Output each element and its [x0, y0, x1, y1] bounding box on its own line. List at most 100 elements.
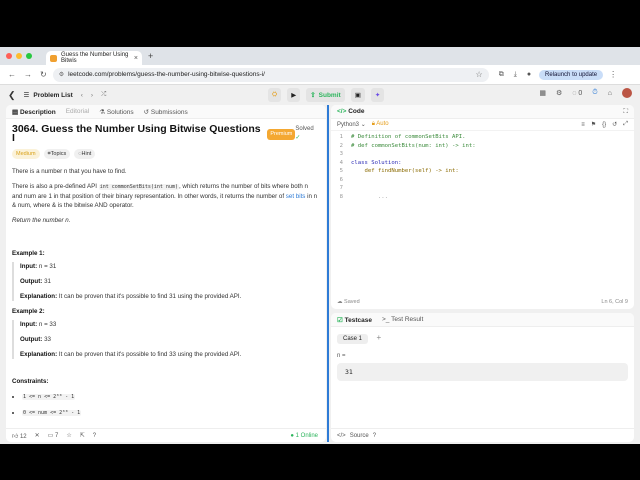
list-item: 0 <= num <= 2³⁰ - 1 — [22, 408, 320, 418]
example-2-explanation: It can be proven that it's possible to f… — [58, 351, 242, 358]
bookmark-icon[interactable]: ⚑ — [591, 121, 596, 128]
check-circle-icon: ✓ — [295, 135, 301, 141]
browser-tab[interactable]: Guess the Number Using Bitwis × — [46, 51, 142, 65]
code-editor[interactable]: 12345678 # Definition of commonSetBits A… — [331, 131, 634, 271]
layout-icon[interactable]: ▦ — [539, 89, 546, 97]
tab-bar: Guess the Number Using Bitwis × + — [0, 47, 640, 65]
tab-description-label: Description — [19, 108, 56, 116]
auto-label: Auto — [376, 121, 389, 127]
pane-resizer[interactable] — [327, 105, 329, 442]
site-info-icon[interactable]: ⚙ — [59, 71, 64, 78]
next-problem-icon[interactable]: › — [91, 92, 93, 99]
maximize-window-icon[interactable] — [26, 53, 32, 59]
format-icon[interactable]: ≡ — [581, 122, 585, 128]
browser-menu-icon[interactable]: ⋮ — [609, 70, 617, 79]
url-field[interactable]: ⚙ leetcode.com/problems/guess-the-number… — [52, 67, 489, 82]
streak-count: 0 — [578, 89, 583, 97]
language-select[interactable]: Python3 ⌄ — [337, 121, 366, 128]
case-tabs: Case 1 + — [331, 327, 634, 345]
submit-button[interactable]: ⇪ Submit — [306, 88, 345, 102]
tab-test-result-label: Test Result — [391, 316, 424, 323]
source-link[interactable]: Source — [350, 433, 369, 439]
settings-icon[interactable]: ⚙ — [556, 89, 562, 97]
like-button[interactable]: 👍︎ 12 — [12, 432, 27, 440]
fullscreen-icon[interactable]: ⤢ — [623, 121, 628, 128]
prev-problem-icon[interactable]: ‹ — [81, 92, 83, 99]
leetcode-logo-icon[interactable]: ❮ — [8, 90, 16, 101]
reload-icon[interactable]: ↻ — [40, 70, 47, 79]
dislike-icon[interactable]: ✕ — [35, 432, 40, 439]
problem-list-icon[interactable]: ☰ — [24, 91, 30, 99]
new-tab-button[interactable]: + — [148, 51, 153, 61]
solved-status: Solved ✓ — [295, 125, 320, 143]
code-line-8: ... — [351, 193, 389, 200]
debug-icon[interactable]: ⛭ — [268, 88, 282, 102]
input-label: Input: — [20, 263, 38, 270]
code-source[interactable]: # Definition of commonSetBits API. # def… — [351, 133, 476, 201]
avatar[interactable] — [622, 88, 632, 98]
notifications-icon[interactable]: ⌂ — [608, 90, 612, 97]
tab-solutions[interactable]: ⚗ Solutions — [99, 108, 133, 116]
source-help-icon[interactable]: ? — [373, 433, 376, 439]
tab-solutions-label: Solutions — [106, 108, 134, 116]
example-2-title: Example 2: — [12, 308, 45, 315]
downloads-icon[interactable]: ⤓ — [514, 71, 517, 79]
auto-toggle[interactable]: 🔒︎ Auto — [372, 121, 389, 128]
line-numbers: 12345678 — [339, 134, 343, 200]
help-icon[interactable]: ? — [93, 433, 96, 439]
problem-paragraph-3: Return the number n. — [12, 217, 71, 224]
hint-button[interactable]: ◌ Hint — [74, 149, 96, 159]
code-header-label: Code — [348, 108, 365, 115]
profile-icon[interactable]: ● — [527, 71, 531, 78]
code-line-5: def findNumber(self) -> int: — [351, 168, 459, 174]
tab-testcase[interactable]: ☑ Testcase — [337, 316, 372, 324]
tab-submissions[interactable]: ↺ Submissions — [144, 108, 188, 116]
relaunch-button[interactable]: Relaunch to update — [539, 69, 604, 80]
tab-editorial[interactable]: Editorial — [66, 108, 89, 115]
run-button[interactable]: ▶ — [287, 88, 301, 102]
saved-status: ☁ Saved — [337, 299, 360, 305]
topics-button[interactable]: ⌗ Topics — [43, 149, 71, 159]
problem-list-link[interactable]: Problem List — [33, 92, 72, 99]
testcase-input[interactable]: 31 — [337, 363, 628, 381]
shuffle-icon[interactable]: ⤮ — [101, 91, 106, 99]
saved-label: Saved — [344, 299, 360, 305]
example-1: Input: n = 31 Output: 31 Explanation: It… — [12, 262, 320, 301]
constraints-title: Constraints: — [12, 378, 49, 385]
minimize-window-icon[interactable] — [16, 53, 22, 59]
add-case-icon[interactable]: + — [376, 333, 381, 342]
problem-chips: Medium ⌗ Topics ◌ Hint — [12, 149, 320, 159]
api-signature: int commonSetBits(int num) — [98, 184, 179, 190]
timer-icon[interactable]: ⏱ — [592, 89, 597, 97]
set-bits-link[interactable]: set bits — [286, 193, 306, 200]
close-window-icon[interactable] — [6, 53, 12, 59]
braces-icon[interactable]: {} — [602, 122, 606, 128]
close-tab-icon[interactable]: × — [134, 55, 138, 62]
share-icon[interactable]: ⇱ — [80, 432, 85, 439]
code-tab[interactable]: </> Code — [337, 108, 364, 115]
notes-icon[interactable]: ▣ — [350, 88, 365, 102]
tab-test-result[interactable]: >_ Test Result — [382, 316, 423, 323]
example-2-input: n = 33 — [38, 321, 57, 328]
comments-button[interactable]: ▭ 7 — [48, 432, 59, 439]
hint-label: Hint — [81, 150, 92, 157]
problem-paragraph-2: There is also a pre-defined API int comm… — [12, 182, 320, 210]
reset-icon[interactable]: ↺ — [612, 121, 617, 128]
back-icon[interactable]: ← — [8, 70, 16, 79]
leetcode-topbar: ❮ ☰ Problem List ‹ › ⤮ ⛭ ▶ ⇪ Submit ▣ ✦ … — [0, 85, 640, 105]
p2-part-b: , which returns the number of bits where… — [178, 183, 303, 190]
case-1-tab[interactable]: Case 1 — [337, 334, 369, 344]
bookmark-star-icon[interactable]: ☆ — [476, 70, 483, 79]
favorite-icon[interactable]: ☆ — [66, 432, 71, 439]
tab-description[interactable]: ▤ Description — [12, 108, 56, 116]
editor-toolbar: Python3 ⌄ 🔒︎ Auto ≡ ⚑ {} ↺ ⤢ — [331, 119, 634, 131]
online-indicator: ● 1 Online — [290, 433, 318, 439]
streak-counter[interactable]: ◌ 0 — [572, 90, 582, 97]
difficulty-badge: Medium — [12, 149, 40, 159]
code-header: </> Code ⛶ — [331, 105, 634, 119]
expand-icon[interactable]: ⛶ — [623, 108, 628, 116]
extensions-icon[interactable]: ⧉ — [499, 71, 504, 79]
source-icon: </> — [337, 432, 346, 439]
ai-assist-icon[interactable]: ✦ — [370, 88, 385, 102]
forward-icon[interactable]: → — [24, 70, 32, 79]
